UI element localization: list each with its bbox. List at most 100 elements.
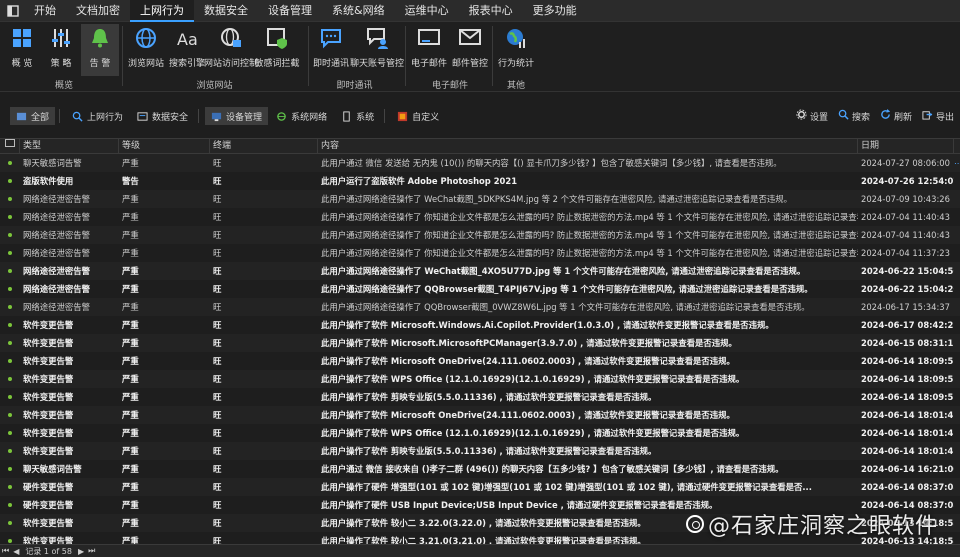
column-header-type[interactable]: 类型 [20, 139, 119, 153]
toolbar-search-button[interactable]: 搜索 [838, 109, 870, 123]
toolbar-export-button[interactable]: 导出 [922, 109, 954, 123]
ribbon-button-2-0[interactable]: 即时通讯 [312, 24, 350, 76]
status-bar: ⏮ ◀ 记录 1 of 58 ▶ ⏭ [0, 544, 960, 557]
grid-icon [10, 26, 34, 50]
menu-item-1[interactable]: 开始 [24, 0, 66, 22]
table-row[interactable]: 软件变更告警 严重 旺 此用户操作了软件 剪映专业版(5.5.0.11336) , 请… [0, 442, 960, 460]
filter-button-2[interactable]: 上网行为 [66, 107, 129, 125]
menu-item-8[interactable]: 报表中心 [459, 0, 523, 22]
column-header-terminal[interactable]: 终端 [210, 139, 318, 153]
table-row[interactable]: 软件变更告警 严重 旺 此用户操作了软件 Microsoft.Windows.Ai.C… [0, 316, 960, 334]
cell-date: 2024-06-15 08:31:11 [861, 338, 954, 348]
prev-page-icon[interactable]: ◀ [11, 547, 21, 556]
ribbon-divider [308, 26, 309, 86]
first-page-icon[interactable]: ⏮ [0, 546, 11, 556]
cell-level: 严重 [122, 284, 139, 294]
next-page-icon[interactable]: ▶ [76, 547, 86, 556]
column-header-icon[interactable] [0, 139, 20, 153]
table-row[interactable]: 硬件变更告警 严重 旺 此用户操作了硬件 增强型(101 或 102 键)增强型(10… [0, 478, 960, 496]
row-status-dot [0, 305, 20, 309]
table-row[interactable]: 网络途径泄密告警 严重 旺 此用户通过网络途径操作了 QQBrowser截图_T4PI… [0, 280, 960, 298]
ribbon-button-3-1[interactable]: 邮件管控 [451, 24, 489, 76]
cell-terminal: 旺 [213, 356, 222, 366]
toolbar-settings-button[interactable]: 设置 [796, 109, 828, 123]
ribbon-button-0-0[interactable]: 概 览 [3, 24, 41, 76]
ribbon-button-0-1[interactable]: 策 略 [42, 24, 80, 76]
ribbon-button-1-0[interactable]: 浏览网站 [127, 24, 165, 76]
filter-button-1[interactable]: 全部 [10, 107, 56, 125]
cell-type: 网络途径泄密告警 [23, 212, 90, 222]
table-row[interactable]: 网络途径泄密告警 严重 旺 此用户通过网络途径操作了 WeChat截图_5DKPKS4… [0, 190, 960, 208]
table-row[interactable]: 软件变更告警 严重 旺 此用户操作了软件 Microsoft OneDrive(24.… [0, 406, 960, 424]
cell-date: 2024-07-26 12:54:07 [861, 176, 954, 186]
cell-level: 严重 [122, 248, 139, 258]
menu-item-4[interactable]: 数据安全 [194, 0, 258, 22]
table-row[interactable]: 软件变更告警 严重 旺 此用户操作了软件 WPS Office (12.1.0.169… [0, 424, 960, 442]
menu-item-3[interactable]: 上网行为 [130, 0, 194, 22]
menu-item-5[interactable]: 设备管理 [258, 0, 322, 22]
table-row[interactable]: 软件变更告警 严重 旺 此用户操作了软件 Microsoft.MicrosoftPCM… [0, 334, 960, 352]
table-row[interactable]: 软件变更告警 严重 旺 此用户操作了软件 剪映专业版(5.5.0.11336) , 请… [0, 388, 960, 406]
ribbon-button-3-0[interactable]: 电子邮件 [410, 24, 448, 76]
refresh-icon [880, 109, 891, 123]
cell-type: 硬件变更告警 [23, 500, 74, 510]
table-row[interactable]: 网络途径泄密告警 严重 旺 此用户通过网络途径操作了 你知道企业文件都是怎么泄露的吗?… [0, 244, 960, 262]
filter-button-5[interactable]: 系统网络 [270, 107, 333, 125]
table-row[interactable]: 聊天敏感词告警 严重 旺 此用户通过 微信 发送给 无内鬼 (10()) 的聊天内容【… [0, 154, 960, 172]
table-row[interactable]: 网络途径泄密告警 严重 旺 此用户通过网络途径操作了 你知道企业文件都是怎么泄露的吗?… [0, 226, 960, 244]
cell-date: 2024-06-14 18:09:52 [861, 392, 954, 402]
filter-button-4[interactable]: 设备管理 [205, 107, 269, 125]
table-row[interactable]: 盗版软件使用 警告 旺 此用户运行了盗版软件 Adobe Photoshop 2021… [0, 172, 960, 190]
menu-item-6[interactable]: 系统&网络 [322, 0, 395, 22]
cell-level: 严重 [122, 392, 139, 402]
menu-item-2[interactable]: 文档加密 [66, 0, 130, 22]
column-header-content[interactable]: 内容 [318, 139, 858, 153]
last-page-icon[interactable]: ⏭ [86, 546, 97, 556]
cell-type: 软件变更告警 [23, 446, 74, 456]
cell-terminal: 旺 [213, 320, 222, 330]
cell-date: 2024-06-17 08:42:25 [861, 320, 954, 330]
cell-content: 此用户通过网络途径操作了 WeChat截图_5DKPKS4M.jpg 等 2 个… [321, 194, 793, 204]
ribbon-button-label: 聊天账号管控 [350, 59, 405, 69]
cell-content: 此用户通过网络途径操作了 QQBrowser截图_0VWZ8W6L.jpg 等 … [321, 302, 810, 312]
ribbon-button-1-1[interactable]: Aa 搜索引擎 [168, 24, 206, 76]
filter-button-7[interactable]: 自定义 [391, 107, 445, 125]
filter-button-6[interactable]: 系统 [335, 107, 380, 125]
table-row[interactable]: 聊天敏感词告警 严重 旺 此用户通过 微信 接收来自 ()孝子二群 (496()) 的… [0, 460, 960, 478]
cell-terminal: 旺 [213, 392, 222, 402]
ribbon-button-1-3[interactable]: 敏感词拦截 [255, 24, 300, 76]
cell-date: 2024-07-04 11:40:43 [861, 230, 950, 240]
toolbar-divider [198, 109, 200, 123]
cell-date: 2024-06-14 18:01:45 [861, 410, 954, 420]
ribbon-button-1-2[interactable]: 网站访问控制 [204, 24, 258, 76]
ribbon-button-0-2[interactable]: 告 警 [81, 24, 119, 76]
menu-item-9[interactable]: 更多功能 [523, 0, 587, 22]
menu-item-7[interactable]: 运维中心 [395, 0, 459, 22]
table-row[interactable]: 软件变更告警 严重 旺 此用户操作了软件 WPS Office (12.1.0.169… [0, 370, 960, 388]
ribbon-group-label: 电子邮件 [431, 81, 468, 91]
row-more-icon[interactable]: ⋯ [954, 158, 960, 168]
cell-type: 网络途径泄密告警 [23, 194, 90, 204]
cell-date: 2024-06-17 15:34:37 [861, 302, 950, 312]
toolbar-refresh-button[interactable]: 刷新 [880, 109, 912, 123]
cell-terminal: 旺 [213, 518, 222, 528]
cell-content: 此用户操作了软件 剪映专业版(5.5.0.11336) , 请通过软件变更报警记… [321, 446, 657, 456]
cell-terminal: 旺 [213, 410, 222, 420]
cell-terminal: 旺 [213, 464, 222, 474]
row-status-dot [0, 215, 20, 219]
table-row[interactable]: 网络途径泄密告警 严重 旺 此用户通过网络途径操作了 QQBrowser截图_0VWZ… [0, 298, 960, 316]
toolbar-divider [384, 109, 386, 123]
row-status-dot [0, 431, 20, 435]
table-row[interactable]: 网络途径泄密告警 严重 旺 此用户通过网络途径操作了 WeChat截图_4XO5U77… [0, 262, 960, 280]
ribbon-button-2-1[interactable]: 聊天账号管控 [350, 24, 404, 76]
export-icon [922, 109, 933, 123]
filter-button-3[interactable]: 数据安全 [131, 107, 194, 125]
window-menu-icon[interactable] [2, 0, 24, 22]
table-row[interactable]: 网络途径泄密告警 严重 旺 此用户通过网络途径操作了 你知道企业文件都是怎么泄露的吗?… [0, 208, 960, 226]
column-header-date[interactable]: 日期 [858, 139, 954, 153]
cell-date: 2024-06-14 18:01:45 [861, 428, 954, 438]
cell-content: 此用户通过网络途径操作了 你知道企业文件都是怎么泄露的吗? 防止数据泄密的方法.… [321, 230, 858, 240]
ribbon-button-4-0[interactable]: 行为统计 [497, 24, 535, 76]
table-row[interactable]: 软件变更告警 严重 旺 此用户操作了软件 Microsoft OneDrive(24.… [0, 352, 960, 370]
column-header-level[interactable]: 等级 [119, 139, 210, 153]
